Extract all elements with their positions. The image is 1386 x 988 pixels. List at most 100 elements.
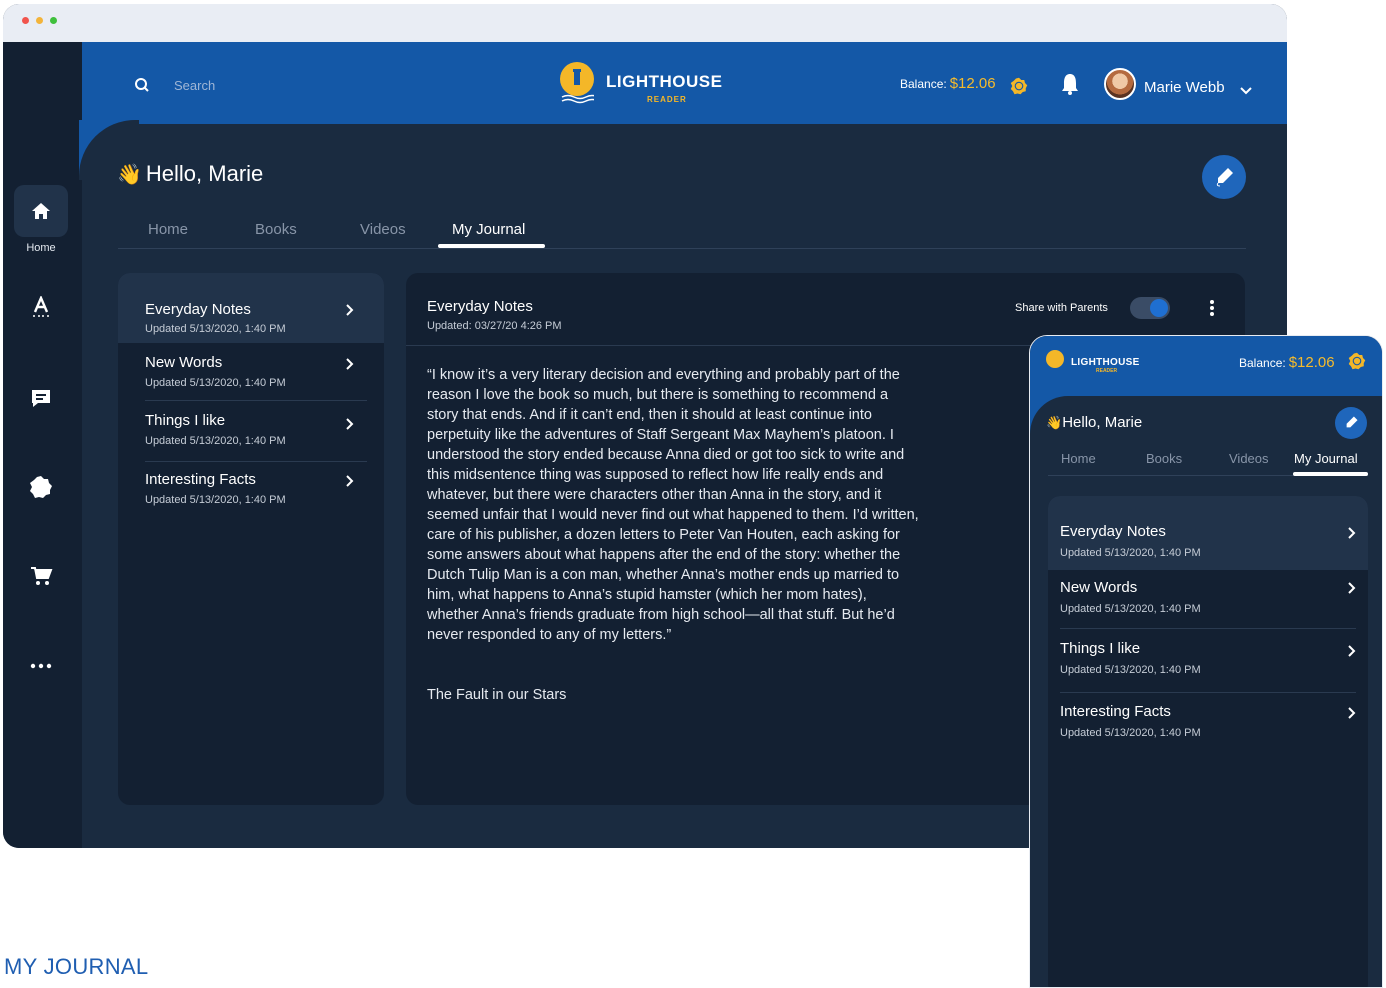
bell-icon[interactable]	[1060, 72, 1080, 101]
user-name[interactable]: Marie Webb	[1144, 79, 1225, 96]
wave-icon: 👋	[117, 164, 142, 186]
sidebar-item-badges[interactable]	[14, 467, 68, 507]
search-icon[interactable]	[134, 77, 150, 98]
mobile-balance-display: Balance: $12.06	[1239, 354, 1335, 371]
list-item[interactable]: Things I like Updated 5/13/2020, 1:40 PM	[118, 403, 384, 461]
tab-videos[interactable]: Videos	[1229, 451, 1269, 466]
mobile-tab-bar: Home Books Videos My Journal	[1048, 448, 1368, 476]
avatar[interactable]	[1104, 68, 1136, 100]
tab-books[interactable]: Books	[255, 221, 297, 238]
list-divider	[1060, 692, 1356, 693]
share-toggle[interactable]	[1130, 297, 1170, 319]
sidebar-item-vocabulary[interactable]	[14, 287, 68, 327]
note-updated: Updated 5/13/2020, 1:40 PM	[145, 435, 286, 447]
list-item[interactable]: New Words Updated 5/13/2020, 1:40 PM	[1048, 572, 1368, 628]
sidebar-item-label: Home	[26, 242, 56, 254]
list-item[interactable]: Things I like Updated 5/13/2020, 1:40 PM	[1048, 630, 1368, 690]
tab-home[interactable]: Home	[1061, 451, 1096, 466]
page-title: 👋 Hello, Marie	[117, 161, 263, 187]
logo-subtitle: READER	[647, 95, 687, 104]
mobile-page-title: 👋Hello, Marie	[1046, 414, 1142, 431]
note-updated: Updated 5/13/2020, 1:40 PM	[1060, 664, 1201, 676]
greeting-text: Hello, Marie	[145, 161, 264, 186]
tab-my-journal[interactable]: My Journal	[1294, 451, 1358, 466]
home-icon	[14, 185, 68, 237]
note-title: New Words	[1060, 579, 1138, 596]
tab-videos[interactable]: Videos	[360, 221, 406, 238]
list-item[interactable]: Interesting Facts Updated 5/13/2020, 1:4…	[1048, 694, 1368, 754]
new-entry-button[interactable]	[1202, 155, 1246, 199]
cart-icon	[14, 556, 68, 596]
sidebar-item-messages[interactable]	[14, 378, 68, 418]
coin-icon	[1010, 77, 1028, 100]
chevron-right-icon	[1348, 581, 1356, 599]
more-vertical-icon[interactable]	[1209, 299, 1215, 322]
chevron-right-icon	[346, 417, 354, 435]
lighthouse-icon	[560, 62, 599, 104]
list-item[interactable]: Interesting Facts Updated 5/13/2020, 1:4…	[118, 463, 384, 521]
chevron-right-icon	[346, 303, 354, 321]
entry-body[interactable]: “I know it’s a very literary decision an…	[427, 365, 919, 645]
mobile-new-entry-button[interactable]	[1335, 407, 1367, 439]
note-updated: Updated 5/13/2020, 1:40 PM	[145, 494, 286, 506]
note-updated: Updated 5/13/2020, 1:40 PM	[1060, 603, 1201, 615]
note-updated: Updated 5/13/2020, 1:40 PM	[1060, 727, 1201, 739]
list-item[interactable]: Everyday Notes Updated 5/13/2020, 1:40 P…	[1048, 496, 1368, 570]
pen-icon	[1346, 416, 1358, 428]
wave-icon: 👋	[1046, 415, 1063, 430]
browser-title-bar	[3, 4, 1287, 42]
section-caption: MY JOURNAL	[4, 954, 149, 979]
tab-books[interactable]: Books	[1146, 451, 1182, 466]
note-title: Things I like	[145, 412, 226, 429]
note-updated: Updated 5/13/2020, 1:40 PM	[145, 377, 286, 389]
mobile-device: LIGHTHOUSE READER Balance: $12.06 👋Hello,…	[1029, 335, 1383, 988]
logo-title: LIGHTHOUSE	[606, 72, 723, 91]
note-title: Interesting Facts	[145, 471, 256, 488]
mobile-logo-title: LIGHTHOUSE	[1071, 357, 1140, 368]
greeting-text: Hello, Marie	[1062, 414, 1143, 431]
note-title: Things I like	[1060, 640, 1141, 657]
chevron-right-icon	[1348, 706, 1356, 724]
lighthouse-icon	[1046, 350, 1064, 368]
sidebar-item-store[interactable]	[14, 556, 68, 596]
chevron-right-icon	[346, 474, 354, 492]
window-minimize-dot[interactable]	[36, 17, 43, 24]
message-icon	[14, 378, 68, 418]
chevron-right-icon	[1348, 526, 1356, 544]
entry-source: The Fault in our Stars	[427, 687, 567, 703]
note-title: Everyday Notes	[145, 301, 251, 318]
balance-label: Balance:	[1239, 356, 1286, 370]
coin-icon	[1348, 352, 1366, 375]
window-close-dot[interactable]	[22, 17, 29, 24]
sidebar: Home	[3, 42, 82, 848]
vocabulary-icon	[14, 287, 68, 327]
list-divider	[1060, 628, 1356, 629]
share-label: Share with Parents	[1015, 302, 1108, 314]
more-icon	[14, 646, 68, 686]
mobile-logo-subtitle: READER	[1096, 368, 1118, 374]
sidebar-item-home[interactable]: Home	[14, 185, 68, 254]
chevron-down-icon[interactable]	[1240, 82, 1252, 100]
mobile-header: LIGHTHOUSE READER Balance: $12.06	[1030, 336, 1382, 396]
entry-title: Everyday Notes	[427, 298, 533, 315]
journal-list: Everyday Notes Updated 5/13/2020, 1:40 P…	[118, 273, 384, 805]
tab-my-journal[interactable]: My Journal	[452, 221, 525, 238]
tab-home[interactable]: Home	[148, 221, 188, 238]
list-item[interactable]: Everyday Notes Updated 5/13/2020, 1:40 P…	[118, 273, 384, 343]
search-input[interactable]: Search	[174, 78, 215, 93]
window-maximize-dot[interactable]	[50, 17, 57, 24]
toggle-knob	[1150, 299, 1168, 317]
list-divider	[145, 461, 367, 462]
list-item[interactable]: New Words Updated 5/13/2020, 1:40 PM	[118, 345, 384, 401]
chevron-right-icon	[346, 357, 354, 375]
note-title: Interesting Facts	[1060, 703, 1171, 720]
note-title: New Words	[145, 354, 223, 371]
list-divider	[145, 400, 367, 401]
sidebar-item-more[interactable]	[14, 646, 68, 686]
balance-amount: $12.06	[949, 75, 996, 92]
balance-amount: $12.06	[1288, 354, 1335, 371]
balance-label: Balance:	[900, 77, 947, 91]
active-tab-indicator	[438, 244, 545, 248]
lighthouse-logo[interactable]: LIGHTHOUSE READER	[560, 60, 740, 108]
top-header: Search LIGHTHOUSE READER Balance: $12.06 …	[82, 42, 1287, 124]
